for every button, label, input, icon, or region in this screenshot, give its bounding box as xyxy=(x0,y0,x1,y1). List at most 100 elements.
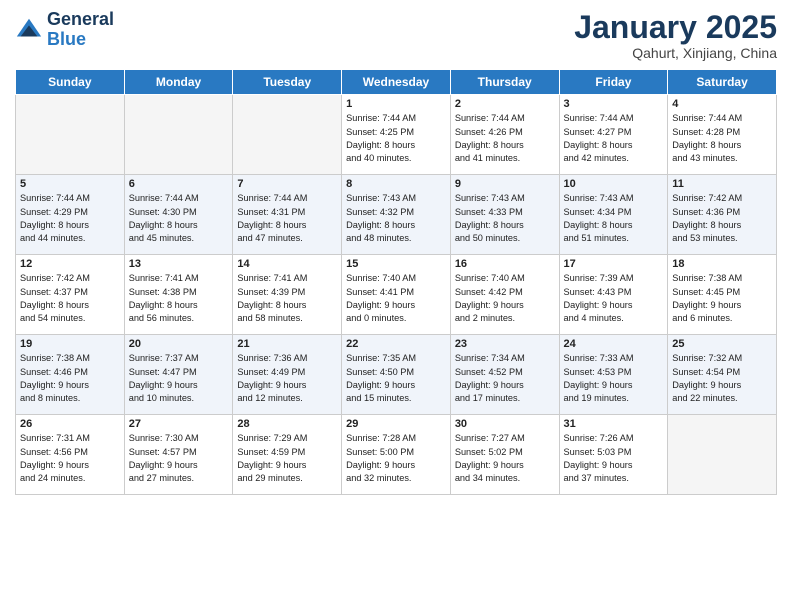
cell-text: Daylight: 9 hours xyxy=(455,299,555,312)
cell-text: Sunrise: 7:38 AM xyxy=(20,352,120,365)
day-header: Thursday xyxy=(450,70,559,95)
calendar-week: 26Sunrise: 7:31 AMSunset: 4:56 PMDayligh… xyxy=(16,415,777,495)
day-number: 5 xyxy=(20,178,120,190)
cell-text: Daylight: 9 hours xyxy=(346,379,446,392)
cell-text: Daylight: 8 hours xyxy=(20,219,120,232)
cell-text: Daylight: 9 hours xyxy=(237,379,337,392)
day-number: 24 xyxy=(564,338,664,350)
day-number: 20 xyxy=(129,338,229,350)
header: General Blue January 2025 Qahurt, Xinjia… xyxy=(15,10,777,61)
cell-text: Sunrise: 7:40 AM xyxy=(346,272,446,285)
cell-text: Sunrise: 7:35 AM xyxy=(346,352,446,365)
day-number: 23 xyxy=(455,338,555,350)
cell-text: Sunset: 4:41 PM xyxy=(346,286,446,299)
cell-text: Daylight: 9 hours xyxy=(237,459,337,472)
day-number: 13 xyxy=(129,258,229,270)
cell-text: Sunrise: 7:44 AM xyxy=(346,112,446,125)
day-number: 31 xyxy=(564,418,664,430)
calendar-cell: 7Sunrise: 7:44 AMSunset: 4:31 PMDaylight… xyxy=(233,175,342,255)
cell-text: and 37 minutes. xyxy=(564,472,664,485)
cell-text: and 19 minutes. xyxy=(564,392,664,405)
cell-text: Sunset: 4:33 PM xyxy=(455,206,555,219)
calendar-cell: 21Sunrise: 7:36 AMSunset: 4:49 PMDayligh… xyxy=(233,335,342,415)
cell-text: and 27 minutes. xyxy=(129,472,229,485)
cell-text: Daylight: 9 hours xyxy=(20,459,120,472)
cell-text: Daylight: 9 hours xyxy=(564,459,664,472)
calendar-cell: 18Sunrise: 7:38 AMSunset: 4:45 PMDayligh… xyxy=(668,255,777,335)
cell-text: and 15 minutes. xyxy=(346,392,446,405)
cell-text: and 41 minutes. xyxy=(455,152,555,165)
cell-text: Daylight: 9 hours xyxy=(346,299,446,312)
calendar-cell: 26Sunrise: 7:31 AMSunset: 4:56 PMDayligh… xyxy=(16,415,125,495)
calendar-cell xyxy=(124,95,233,175)
cell-text: and 48 minutes. xyxy=(346,232,446,245)
cell-text: Sunset: 4:27 PM xyxy=(564,126,664,139)
calendar-cell: 19Sunrise: 7:38 AMSunset: 4:46 PMDayligh… xyxy=(16,335,125,415)
calendar-cell: 11Sunrise: 7:42 AMSunset: 4:36 PMDayligh… xyxy=(668,175,777,255)
cell-text: Daylight: 8 hours xyxy=(564,139,664,152)
cell-text: Sunset: 4:54 PM xyxy=(672,366,772,379)
cell-text: Daylight: 8 hours xyxy=(564,219,664,232)
day-number: 3 xyxy=(564,98,664,110)
calendar-cell: 17Sunrise: 7:39 AMSunset: 4:43 PMDayligh… xyxy=(559,255,668,335)
calendar-container: General Blue January 2025 Qahurt, Xinjia… xyxy=(0,0,792,612)
day-number: 30 xyxy=(455,418,555,430)
calendar-cell: 27Sunrise: 7:30 AMSunset: 4:57 PMDayligh… xyxy=(124,415,233,495)
cell-text: Sunrise: 7:32 AM xyxy=(672,352,772,365)
cell-text: Sunrise: 7:44 AM xyxy=(20,192,120,205)
cell-text: Daylight: 9 hours xyxy=(672,379,772,392)
day-header: Tuesday xyxy=(233,70,342,95)
day-number: 22 xyxy=(346,338,446,350)
cell-text: Daylight: 9 hours xyxy=(455,459,555,472)
cell-text: and 12 minutes. xyxy=(237,392,337,405)
day-number: 4 xyxy=(672,98,772,110)
cell-text: and 53 minutes. xyxy=(672,232,772,245)
calendar-cell: 8Sunrise: 7:43 AMSunset: 4:32 PMDaylight… xyxy=(342,175,451,255)
calendar-week: 19Sunrise: 7:38 AMSunset: 4:46 PMDayligh… xyxy=(16,335,777,415)
day-number: 15 xyxy=(346,258,446,270)
cell-text: Daylight: 9 hours xyxy=(129,459,229,472)
cell-text: Daylight: 9 hours xyxy=(20,379,120,392)
day-number: 26 xyxy=(20,418,120,430)
day-number: 25 xyxy=(672,338,772,350)
day-header: Saturday xyxy=(668,70,777,95)
cell-text: Sunset: 4:28 PM xyxy=(672,126,772,139)
cell-text: Daylight: 8 hours xyxy=(672,219,772,232)
cell-text: and 50 minutes. xyxy=(455,232,555,245)
day-number: 1 xyxy=(346,98,446,110)
cell-text: and 2 minutes. xyxy=(455,312,555,325)
cell-text: Sunset: 4:43 PM xyxy=(564,286,664,299)
cell-text: Daylight: 9 hours xyxy=(564,379,664,392)
day-number: 14 xyxy=(237,258,337,270)
cell-text: and 29 minutes. xyxy=(237,472,337,485)
cell-text: Sunset: 4:42 PM xyxy=(455,286,555,299)
cell-text: Daylight: 8 hours xyxy=(20,299,120,312)
title-block: January 2025 Qahurt, Xinjiang, China xyxy=(574,10,777,61)
cell-text: Daylight: 9 hours xyxy=(129,379,229,392)
cell-text: Sunset: 4:25 PM xyxy=(346,126,446,139)
calendar-cell: 16Sunrise: 7:40 AMSunset: 4:42 PMDayligh… xyxy=(450,255,559,335)
cell-text: Sunrise: 7:34 AM xyxy=(455,352,555,365)
cell-text: Sunset: 4:31 PM xyxy=(237,206,337,219)
calendar-cell: 30Sunrise: 7:27 AMSunset: 5:02 PMDayligh… xyxy=(450,415,559,495)
calendar-cell: 3Sunrise: 7:44 AMSunset: 4:27 PMDaylight… xyxy=(559,95,668,175)
cell-text: Sunrise: 7:33 AM xyxy=(564,352,664,365)
cell-text: Sunrise: 7:26 AM xyxy=(564,432,664,445)
calendar-cell xyxy=(233,95,342,175)
calendar-cell: 14Sunrise: 7:41 AMSunset: 4:39 PMDayligh… xyxy=(233,255,342,335)
cell-text: Sunset: 4:56 PM xyxy=(20,446,120,459)
cell-text: Daylight: 8 hours xyxy=(346,219,446,232)
cell-text: Sunrise: 7:29 AM xyxy=(237,432,337,445)
calendar-cell: 24Sunrise: 7:33 AMSunset: 4:53 PMDayligh… xyxy=(559,335,668,415)
calendar-cell: 12Sunrise: 7:42 AMSunset: 4:37 PMDayligh… xyxy=(16,255,125,335)
calendar-cell: 23Sunrise: 7:34 AMSunset: 4:52 PMDayligh… xyxy=(450,335,559,415)
calendar-cell: 2Sunrise: 7:44 AMSunset: 4:26 PMDaylight… xyxy=(450,95,559,175)
calendar-cell: 9Sunrise: 7:43 AMSunset: 4:33 PMDaylight… xyxy=(450,175,559,255)
cell-text: and 0 minutes. xyxy=(346,312,446,325)
cell-text: and 17 minutes. xyxy=(455,392,555,405)
calendar-week: 12Sunrise: 7:42 AMSunset: 4:37 PMDayligh… xyxy=(16,255,777,335)
cell-text: Sunrise: 7:44 AM xyxy=(129,192,229,205)
cell-text: Sunset: 4:29 PM xyxy=(20,206,120,219)
day-number: 11 xyxy=(672,178,772,190)
cell-text: Sunset: 4:59 PM xyxy=(237,446,337,459)
